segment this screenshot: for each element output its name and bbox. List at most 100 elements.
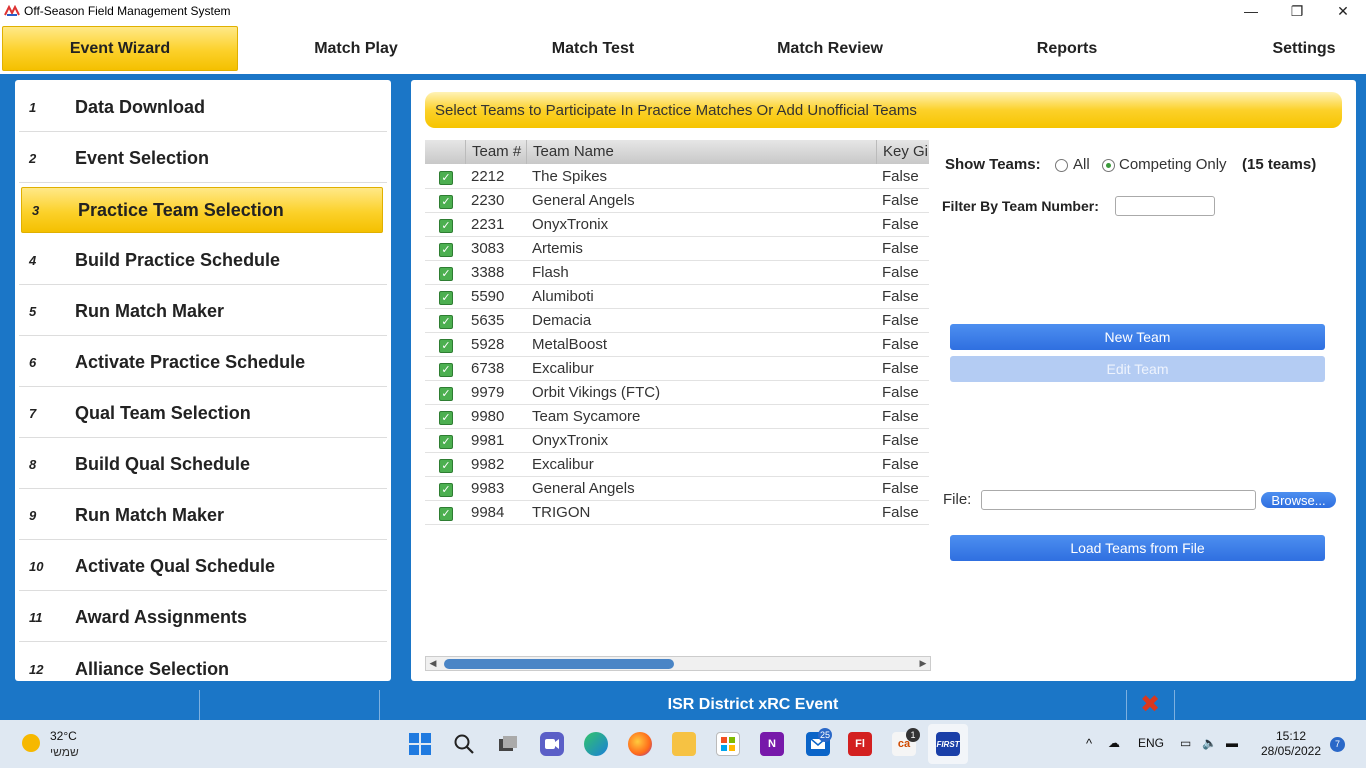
checkbox-checked-icon[interactable]: ✓ <box>439 411 453 425</box>
scroll-right-icon[interactable]: ▶ <box>916 657 930 670</box>
table-row[interactable]: ✓ 2230 General Angels False <box>425 189 929 213</box>
table-row[interactable]: ✓ 2231 OnyxTronix False <box>425 213 929 237</box>
row-checkbox-cell[interactable]: ✓ <box>425 333 465 357</box>
search-icon[interactable] <box>452 732 476 756</box>
chat-icon[interactable] <box>540 732 564 756</box>
table-row[interactable]: ✓ 5635 Demacia False <box>425 309 929 333</box>
wizard-step-qual-team-selection[interactable]: 7 Qual Team Selection <box>19 390 387 438</box>
wizard-step-alliance-selection[interactable]: 12 Alliance Selection <box>19 645 387 681</box>
tab-match-test[interactable]: Match Test <box>513 26 673 71</box>
horizontal-scrollbar[interactable]: ◀ ▶ <box>425 656 931 671</box>
row-checkbox-cell[interactable]: ✓ <box>425 309 465 333</box>
table-row[interactable]: ✓ 3083 Artemis False <box>425 237 929 261</box>
wizard-step-build-practice-schedule[interactable]: 4 Build Practice Schedule <box>19 237 387 285</box>
table-row[interactable]: ✓ 9983 General Angels False <box>425 477 929 501</box>
scroll-thumb[interactable] <box>444 659 674 669</box>
header-team-name[interactable]: Team Name <box>526 140 876 164</box>
wizard-step-practice-team-selection[interactable]: 3 Practice Team Selection <box>21 187 383 233</box>
table-row[interactable]: ✓ 9980 Team Sycamore False <box>425 405 929 429</box>
wizard-step-event-selection[interactable]: 2 Event Selection <box>19 135 387 183</box>
weather-description[interactable]: שמשי <box>50 745 79 759</box>
wizard-step-build-qual-schedule[interactable]: 8 Build Qual Schedule <box>19 441 387 489</box>
row-checkbox-cell[interactable]: ✓ <box>425 453 465 477</box>
load-teams-from-file-button[interactable]: Load Teams from File <box>950 535 1325 561</box>
wizard-step-run-match-maker-qual[interactable]: 9 Run Match Maker <box>19 492 387 540</box>
radio-competing-only-label[interactable]: Competing Only <box>1119 156 1227 173</box>
checkbox-checked-icon[interactable]: ✓ <box>439 363 453 377</box>
radio-all-label[interactable]: All <box>1073 156 1090 173</box>
wizard-step-activate-practice-schedule[interactable]: 6 Activate Practice Schedule <box>19 339 387 387</box>
tray-chevron-up-icon[interactable]: ^ <box>1086 736 1092 751</box>
row-checkbox-cell[interactable]: ✓ <box>425 357 465 381</box>
row-checkbox-cell[interactable]: ✓ <box>425 261 465 285</box>
table-row[interactable]: ✓ 9982 Excalibur False <box>425 453 929 477</box>
filter-team-number-input[interactable] <box>1115 196 1215 216</box>
radio-all[interactable] <box>1055 159 1068 172</box>
row-checkbox-cell[interactable]: ✓ <box>425 189 465 213</box>
weather-temperature[interactable]: 32°C <box>50 729 77 743</box>
table-row[interactable]: ✓ 2212 The Spikes False <box>425 165 929 189</box>
row-checkbox-cell[interactable]: ✓ <box>425 477 465 501</box>
row-checkbox-cell[interactable]: ✓ <box>425 165 465 189</box>
onedrive-cloud-icon[interactable]: ☁ <box>1108 736 1120 750</box>
tab-match-play[interactable]: Match Play <box>276 26 436 71</box>
checkbox-checked-icon[interactable]: ✓ <box>439 387 453 401</box>
row-checkbox-cell[interactable]: ✓ <box>425 501 465 525</box>
checkbox-checked-icon[interactable]: ✓ <box>439 435 453 449</box>
tab-reports[interactable]: Reports <box>987 26 1147 71</box>
notification-badge[interactable]: 7 <box>1330 737 1345 752</box>
table-row[interactable]: ✓ 9979 Orbit Vikings (FTC) False <box>425 381 929 405</box>
microsoft-store-icon[interactable] <box>716 732 740 756</box>
checkbox-checked-icon[interactable]: ✓ <box>439 171 453 185</box>
clock[interactable]: 15:12 28/05/2022 <box>1256 729 1326 759</box>
checkbox-checked-icon[interactable]: ✓ <box>439 459 453 473</box>
minimize-button[interactable]: — <box>1228 0 1274 22</box>
checkbox-checked-icon[interactable]: ✓ <box>439 483 453 497</box>
scroll-left-icon[interactable]: ◀ <box>426 657 440 670</box>
table-row[interactable]: ✓ 9981 OnyxTronix False <box>425 429 929 453</box>
checkbox-checked-icon[interactable]: ✓ <box>439 507 453 521</box>
browse-button[interactable]: Browse... <box>1261 492 1336 508</box>
tab-event-wizard[interactable]: Event Wizard <box>2 26 238 71</box>
checkbox-checked-icon[interactable]: ✓ <box>439 315 453 329</box>
error-x-icon[interactable]: ✖ <box>1138 693 1162 717</box>
close-button[interactable]: ✕ <box>1320 0 1366 22</box>
radio-competing-only[interactable] <box>1102 159 1115 172</box>
firefox-browser-icon[interactable] <box>628 732 652 756</box>
row-checkbox-cell[interactable]: ✓ <box>425 285 465 309</box>
table-row[interactable]: ✓ 5928 MetalBoost False <box>425 333 929 357</box>
new-team-button[interactable]: New Team <box>950 324 1325 350</box>
checkbox-checked-icon[interactable]: ✓ <box>439 219 453 233</box>
row-checkbox-cell[interactable]: ✓ <box>425 213 465 237</box>
file-path-input[interactable] <box>981 490 1256 510</box>
battery-icon[interactable]: ▬ <box>1226 736 1238 750</box>
table-row[interactable]: ✓ 6738 Excalibur False <box>425 357 929 381</box>
network-icon[interactable]: ▭ <box>1180 736 1191 750</box>
header-team-number[interactable]: Team # <box>465 140 526 164</box>
checkbox-checked-icon[interactable]: ✓ <box>439 243 453 257</box>
wizard-step-data-download[interactable]: 1 Data Download <box>19 84 387 132</box>
restore-button[interactable]: ❐ <box>1274 0 1320 22</box>
flash-app-icon[interactable]: Fl <box>848 732 872 756</box>
task-view-icon[interactable] <box>496 732 520 756</box>
wizard-step-award-assignments[interactable]: 11 Award Assignments <box>19 594 387 642</box>
volume-icon[interactable]: 🔈 <box>1202 736 1217 750</box>
edge-browser-icon[interactable] <box>584 732 608 756</box>
checkbox-checked-icon[interactable]: ✓ <box>439 195 453 209</box>
language-indicator[interactable]: ENG <box>1138 736 1164 750</box>
table-row[interactable]: ✓ 5590 Alumiboti False <box>425 285 929 309</box>
wizard-step-activate-qual-schedule[interactable]: 10 Activate Qual Schedule <box>19 543 387 591</box>
tab-settings[interactable]: Settings <box>1240 26 1366 71</box>
wizard-step-run-match-maker-practice[interactable]: 5 Run Match Maker <box>19 288 387 336</box>
checkbox-checked-icon[interactable]: ✓ <box>439 291 453 305</box>
header-key[interactable]: Key Gi <box>876 140 929 164</box>
row-checkbox-cell[interactable]: ✓ <box>425 381 465 405</box>
row-checkbox-cell[interactable]: ✓ <box>425 405 465 429</box>
file-explorer-icon[interactable] <box>672 732 696 756</box>
checkbox-checked-icon[interactable]: ✓ <box>439 267 453 281</box>
windows-start-icon[interactable] <box>408 732 432 756</box>
checkbox-checked-icon[interactable]: ✓ <box>439 339 453 353</box>
table-row[interactable]: ✓ 9984 TRIGON False <box>425 501 929 525</box>
row-checkbox-cell[interactable]: ✓ <box>425 429 465 453</box>
first-app-icon[interactable]: FIRST <box>936 732 960 756</box>
